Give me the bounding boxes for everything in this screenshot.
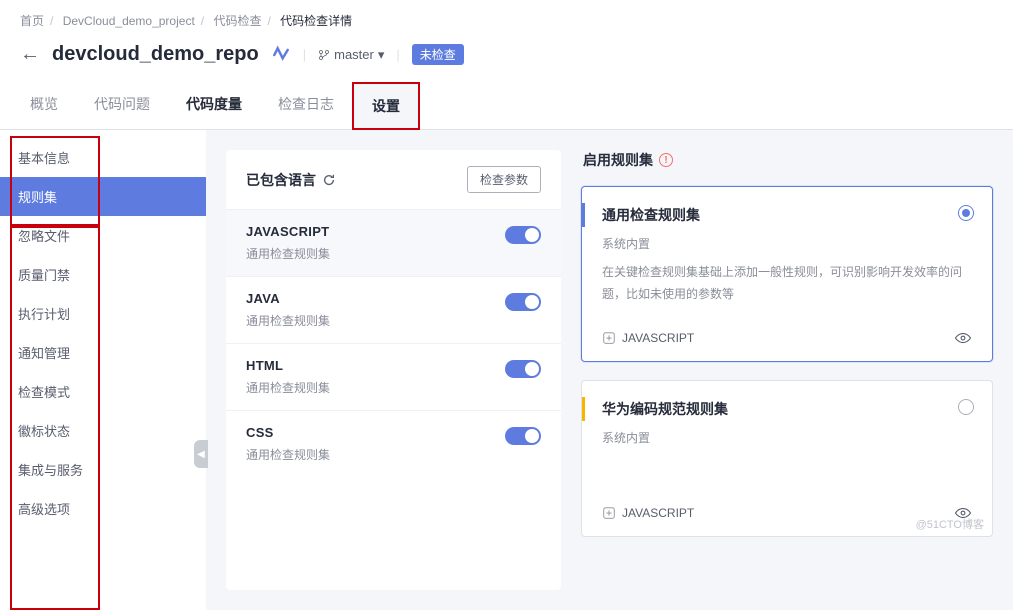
- tabs: 概览 代码问题 代码度量 检查日志 设置: [0, 82, 1013, 130]
- divider: |: [303, 47, 306, 62]
- branch-name: master: [334, 47, 374, 62]
- crumb-project[interactable]: DevCloud_demo_project: [63, 14, 195, 28]
- main: 已包含语言 检查参数 JAVASCRIPT 通用检查规则集 JAVA 通用检查规…: [206, 130, 1013, 610]
- lang-name: JAVA: [246, 291, 541, 306]
- branch-icon: [318, 49, 330, 61]
- languages-title: 已包含语言: [246, 170, 336, 190]
- sidebar-item-notify[interactable]: 通知管理: [0, 333, 206, 372]
- rulesets-title: 启用规则集 !: [581, 150, 993, 186]
- sidebar-item-integration[interactable]: 集成与服务: [0, 450, 206, 489]
- eye-icon[interactable]: [954, 329, 972, 347]
- sidebar-item-basic[interactable]: 基本信息: [0, 138, 206, 177]
- tab-issues[interactable]: 代码问题: [76, 82, 168, 129]
- back-arrow-icon[interactable]: ←: [20, 43, 40, 66]
- branch-selector[interactable]: master ▾: [318, 47, 384, 63]
- sidebar-item-mode[interactable]: 检查模式: [0, 372, 206, 411]
- lang-sub: 通用检查规则集: [246, 446, 541, 463]
- sidebar-item-ruleset[interactable]: 规则集: [0, 177, 206, 216]
- body: 基本信息 规则集 忽略文件 质量门禁 执行计划 通知管理 检查模式 徽标状态 集…: [0, 130, 1013, 610]
- sidebar-item-badge[interactable]: 徽标状态: [0, 411, 206, 450]
- check-params-button[interactable]: 检查参数: [467, 166, 541, 193]
- divider: |: [396, 47, 399, 62]
- status-badge: 未检查: [412, 44, 464, 65]
- repo-title: devcloud_demo_repo: [52, 43, 259, 66]
- card-desc: 在关键检查规则集基础上添加一般性规则，可识别影响开发效率的问题，比如未使用的参数…: [602, 262, 972, 305]
- codecheck-logo-icon: [271, 45, 291, 65]
- watermark: @51CTO博客: [916, 516, 984, 532]
- lang-row-java[interactable]: JAVA 通用检查规则集: [226, 276, 561, 343]
- toggle-css[interactable]: [505, 427, 541, 445]
- lang-sub: 通用检查规则集: [246, 379, 541, 396]
- tab-overview[interactable]: 概览: [12, 82, 76, 129]
- sidebar-item-plan[interactable]: 执行计划: [0, 294, 206, 333]
- lang-name: JAVASCRIPT: [246, 224, 541, 239]
- breadcrumb: 首页/ DevCloud_demo_project/ 代码检查/ 代码检查详情: [0, 0, 1013, 35]
- crumb-home[interactable]: 首页: [20, 14, 44, 28]
- title-bar: ← devcloud_demo_repo | master ▾ | 未检查: [0, 35, 1013, 82]
- info-icon[interactable]: !: [659, 153, 673, 167]
- toggle-java[interactable]: [505, 293, 541, 311]
- tab-logs[interactable]: 检查日志: [260, 82, 352, 129]
- sidebar-item-ignore[interactable]: 忽略文件: [0, 216, 206, 255]
- collapse-handle[interactable]: ◀: [194, 440, 208, 468]
- rulesets-panel: 启用规则集 ! 通用检查规则集 系统内置 在关键检查规则集基础上添加一般性规则，…: [581, 150, 993, 590]
- lang-name: HTML: [246, 358, 541, 373]
- radio-selected[interactable]: [958, 205, 974, 221]
- lang-sub: 通用检查规则集: [246, 245, 541, 262]
- card-title: 通用检查规则集: [602, 205, 972, 225]
- card-title: 华为编码规范规则集: [602, 399, 972, 419]
- lang-row-javascript[interactable]: JAVASCRIPT 通用检查规则集: [226, 209, 561, 276]
- sidebar-item-quality[interactable]: 质量门禁: [0, 255, 206, 294]
- lang-sub: 通用检查规则集: [246, 312, 541, 329]
- tab-metrics[interactable]: 代码度量: [168, 82, 260, 129]
- ruleset-card-general[interactable]: 通用检查规则集 系统内置 在关键检查规则集基础上添加一般性规则，可识别影响开发效…: [581, 186, 993, 362]
- card-lang: JAVASCRIPT: [622, 331, 694, 345]
- crumb-detail: 代码检查详情: [280, 14, 352, 28]
- card-meta: 系统内置: [602, 429, 972, 446]
- lang-row-css[interactable]: CSS 通用检查规则集: [226, 410, 561, 477]
- card-meta: 系统内置: [602, 235, 972, 252]
- languages-title-text: 已包含语言: [246, 170, 316, 190]
- crumb-inspect[interactable]: 代码检查: [213, 14, 261, 28]
- rulesets-title-text: 启用规则集: [583, 150, 653, 170]
- tab-settings[interactable]: 设置: [352, 82, 420, 130]
- sidebar: 基本信息 规则集 忽略文件 质量门禁 执行计划 通知管理 检查模式 徽标状态 集…: [0, 130, 206, 610]
- lang-row-html[interactable]: HTML 通用检查规则集: [226, 343, 561, 410]
- card-lang: JAVASCRIPT: [622, 506, 694, 520]
- languages-panel: 已包含语言 检查参数 JAVASCRIPT 通用检查规则集 JAVA 通用检查规…: [226, 150, 561, 590]
- toggle-javascript[interactable]: [505, 226, 541, 244]
- language-tag-icon: [602, 506, 616, 520]
- refresh-icon[interactable]: [322, 173, 336, 187]
- ruleset-card-huawei[interactable]: 华为编码规范规则集 系统内置 JAVASCRIPT @51CTO博客: [581, 380, 993, 537]
- sidebar-item-advanced[interactable]: 高级选项: [0, 489, 206, 528]
- language-tag-icon: [602, 331, 616, 345]
- toggle-html[interactable]: [505, 360, 541, 378]
- chevron-down-icon: ▾: [378, 47, 385, 63]
- lang-name: CSS: [246, 425, 541, 440]
